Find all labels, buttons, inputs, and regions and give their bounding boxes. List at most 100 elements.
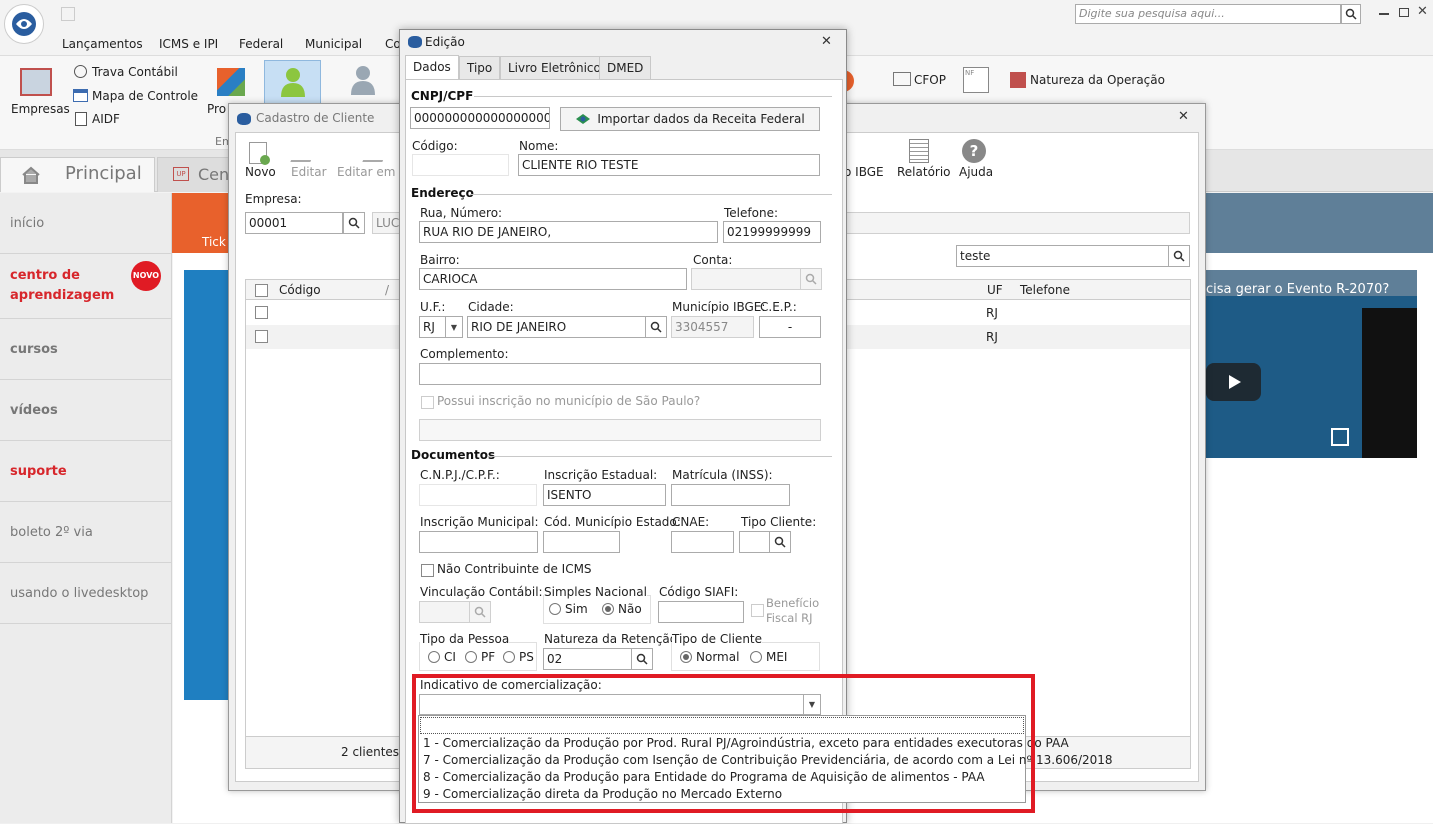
search-icon[interactable] bbox=[1341, 4, 1361, 24]
ibge-button[interactable]: o IBGE bbox=[844, 165, 884, 179]
tab-dados[interactable]: Dados bbox=[405, 55, 459, 79]
cidade-search-button[interactable] bbox=[645, 316, 667, 338]
im-input[interactable] bbox=[419, 531, 538, 553]
natureza-search-button[interactable] bbox=[631, 648, 653, 670]
cfop-button[interactable]: CFOP bbox=[914, 73, 946, 87]
cfop-icon bbox=[893, 72, 911, 86]
produtos-button[interactable]: Pro bbox=[207, 102, 226, 116]
edicao-close-icon[interactable]: ✕ bbox=[821, 34, 832, 49]
menu-municipal[interactable]: Municipal bbox=[305, 37, 362, 51]
video-thumbnail[interactable]: cisa gerar o Evento R-2070? bbox=[1206, 270, 1417, 458]
clientes-button[interactable] bbox=[264, 60, 321, 104]
row-checkbox[interactable] bbox=[255, 306, 268, 319]
restore-icon[interactable] bbox=[1399, 8, 1409, 17]
complemento-input[interactable] bbox=[419, 363, 821, 385]
cnpj-cpf-input[interactable] bbox=[419, 484, 537, 506]
col-telefone[interactable]: Telefone bbox=[1020, 283, 1070, 297]
municipio-ibge-input: 3304557 bbox=[671, 316, 754, 338]
relatorio-button[interactable]: Relatório bbox=[897, 165, 951, 179]
sidebar-item-label: início bbox=[10, 215, 45, 231]
menu-lancamentos[interactable]: Lançamentos bbox=[62, 37, 143, 51]
editar-button[interactable]: Editar bbox=[291, 165, 327, 179]
menu-federal[interactable]: Federal bbox=[239, 37, 283, 51]
tab-dmed[interactable]: DMED bbox=[599, 56, 652, 79]
tab-livro-eletronico[interactable]: Livro Eletrônico bbox=[500, 56, 609, 79]
empresa-input[interactable]: 00001 bbox=[245, 212, 343, 234]
cep-input[interactable]: - bbox=[759, 316, 821, 338]
tipo-pessoa-pf-radio[interactable]: PF bbox=[465, 650, 495, 664]
matricula-input[interactable] bbox=[671, 484, 790, 506]
uf-select[interactable]: RJ bbox=[419, 316, 446, 338]
simples-nao-radio[interactable]: Não bbox=[602, 602, 642, 616]
cnae-input[interactable] bbox=[671, 531, 734, 553]
uf-dropdown-icon[interactable]: ▼ bbox=[445, 316, 463, 338]
sidebar-item-cursos[interactable]: cursos bbox=[0, 319, 172, 380]
endereco-section-title: Endereço bbox=[411, 186, 474, 200]
play-button[interactable] bbox=[1206, 363, 1261, 401]
trava-contabil-button[interactable]: Trava Contábil bbox=[92, 65, 178, 79]
menu-icms-ipi[interactable]: ICMS e IPI bbox=[159, 37, 218, 51]
nome-input[interactable]: CLIENTE RIO TESTE bbox=[518, 154, 820, 176]
fornecedores-icon[interactable] bbox=[350, 65, 376, 98]
row-checkbox[interactable] bbox=[255, 330, 268, 343]
ie-input[interactable]: ISENTO bbox=[543, 484, 666, 506]
tipo-cliente-input[interactable] bbox=[739, 531, 770, 553]
col-uf[interactable]: UF bbox=[987, 283, 1003, 297]
app-logo[interactable] bbox=[4, 4, 44, 44]
ajuda-button[interactable]: Ajuda bbox=[959, 165, 993, 179]
nome-label: Nome: bbox=[519, 139, 559, 153]
codigo-input[interactable] bbox=[412, 154, 509, 176]
tipo-cliente-search-button[interactable] bbox=[769, 531, 791, 553]
uf-label: U.F.: bbox=[420, 300, 446, 314]
tipo-pessoa-ci-radio[interactable]: CI bbox=[428, 650, 456, 664]
cnpj-cpf-label: C.N.P.J./C.P.F.: bbox=[420, 468, 500, 482]
simples-sim-radio[interactable]: Sim bbox=[549, 602, 588, 616]
cnpj-input[interactable]: 00000000000000000000 bbox=[410, 107, 550, 129]
cliente-search-input[interactable]: teste bbox=[956, 245, 1169, 267]
ticket-tile[interactable]: Tick bbox=[172, 193, 230, 253]
natureza-input[interactable]: 02 bbox=[543, 648, 632, 670]
sidebar-item-centro[interactable]: centro de aprendizagem NOVO bbox=[0, 254, 172, 319]
cidade-input[interactable]: RIO DE JANEIRO bbox=[467, 316, 646, 338]
radio-icon bbox=[602, 603, 614, 615]
natureza-icon bbox=[1010, 72, 1026, 88]
siafi-input[interactable] bbox=[658, 601, 744, 623]
empresas-button[interactable]: Empresas bbox=[11, 102, 70, 116]
rua-input[interactable]: RUA RIO DE JANEIRO, bbox=[419, 221, 718, 243]
sidebar-item-label: centro de aprendizagem bbox=[10, 268, 115, 303]
normal-radio[interactable]: Normal bbox=[680, 650, 739, 664]
telefone-input[interactable]: 02199999999 bbox=[723, 221, 821, 243]
tipo-pessoa-ps-radio[interactable]: PS bbox=[503, 650, 534, 664]
novo-button[interactable]: Novo bbox=[245, 165, 276, 179]
radio-icon bbox=[750, 651, 762, 663]
sidebar-item-boleto[interactable]: boleto 2º via bbox=[0, 502, 172, 563]
nao-contribuinte-checkbox[interactable] bbox=[421, 564, 434, 577]
cadastro-close-icon[interactable]: ✕ bbox=[1178, 109, 1189, 124]
sidebar-item-suporte[interactable]: suporte bbox=[0, 441, 172, 502]
sidebar-item-videos[interactable]: vídeos bbox=[0, 380, 172, 441]
search-input[interactable]: Digite sua pesquisa aqui... bbox=[1075, 4, 1341, 24]
col-codigo[interactable]: Código bbox=[279, 283, 321, 297]
empresa-search-button[interactable] bbox=[343, 212, 365, 234]
tab-tipo[interactable]: Tipo bbox=[459, 56, 501, 79]
tab-principal[interactable]: Principal bbox=[0, 157, 155, 192]
bairro-input[interactable]: CARIOCA bbox=[419, 268, 687, 290]
mapa-controle-button[interactable]: Mapa de Controle bbox=[92, 89, 198, 103]
cod-municipio-input[interactable] bbox=[543, 531, 620, 553]
divider bbox=[470, 194, 832, 195]
select-all-checkbox[interactable] bbox=[255, 284, 268, 297]
importar-receita-button[interactable]: Importar dados da Receita Federal bbox=[560, 107, 820, 131]
tab-centro[interactable]: UP Centr bbox=[157, 157, 242, 192]
divider bbox=[488, 456, 832, 457]
sidebar-item-livedesktop[interactable]: usando o livedesktop bbox=[0, 563, 172, 624]
mei-radio[interactable]: MEI bbox=[750, 650, 787, 664]
cliente-search-button[interactable] bbox=[1168, 245, 1190, 267]
aidf-button[interactable]: AIDF bbox=[92, 112, 120, 126]
fullscreen-icon[interactable] bbox=[1331, 428, 1349, 446]
grid-icon[interactable] bbox=[61, 7, 75, 21]
natureza-operacao-button[interactable]: Natureza da Operação bbox=[1030, 73, 1165, 87]
close-icon[interactable]: ✕ bbox=[1417, 4, 1428, 19]
video-title: cisa gerar o Evento R-2070? bbox=[1206, 270, 1417, 297]
sidebar-item-inicio[interactable]: início bbox=[0, 193, 172, 254]
minimize-icon[interactable] bbox=[1379, 13, 1389, 15]
